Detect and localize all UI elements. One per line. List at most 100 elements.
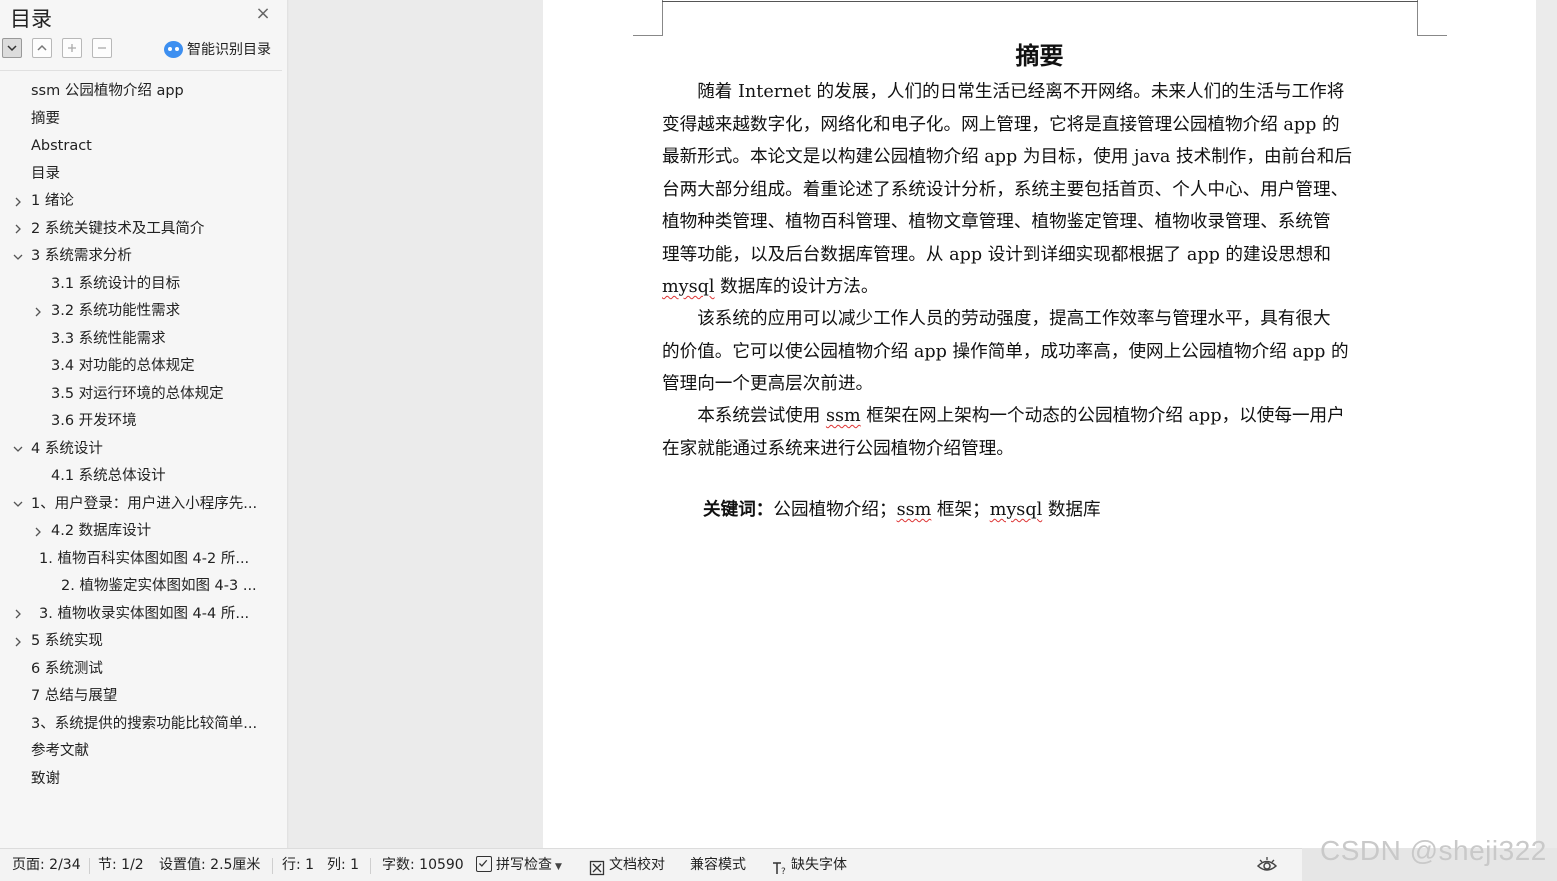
- missing-font-button[interactable]: ? 缺失字体: [771, 849, 847, 881]
- chevron-down-icon[interactable]: [12, 436, 24, 464]
- toc-item[interactable]: 1、用户登录：用户进入小程序先...: [0, 491, 282, 519]
- dropdown-caret-icon[interactable]: ▼: [555, 862, 562, 872]
- text-run: 本系统尝试使用: [697, 406, 826, 426]
- toc-item[interactable]: 4.1 系统总体设计: [0, 463, 282, 491]
- toc-item-label: 3.3 系统性能需求: [51, 330, 166, 347]
- divider: [272, 858, 273, 874]
- toc-item[interactable]: 5 系统实现: [0, 628, 282, 656]
- remove-heading-button[interactable]: [92, 38, 112, 58]
- toc-item[interactable]: 4.2 数据库设计: [0, 518, 282, 546]
- row-indicator: 行: 1: [282, 857, 315, 873]
- chevron-right-icon[interactable]: [12, 601, 24, 629]
- eye-protection-icon[interactable]: [1256, 856, 1278, 874]
- toc-item-label: 1 绪论: [31, 193, 74, 209]
- keywords-line: 关键词：公园植物介绍；ssm 框架；mysql 数据库: [703, 494, 1101, 526]
- chevron-right-icon[interactable]: [32, 298, 44, 326]
- text-line: 管理向一个更高层次前进。: [662, 374, 874, 394]
- chevron-right-icon[interactable]: [12, 628, 24, 656]
- toc-item[interactable]: 3 系统需求分析: [0, 243, 282, 271]
- toc-item[interactable]: 3.2 系统功能性需求: [0, 298, 282, 326]
- toc-item-label: 3 系统需求分析: [31, 248, 132, 264]
- text-line: mysql 数据库的设计方法。: [662, 271, 1418, 304]
- setting-value[interactable]: 设置值: 2.5厘米: [159, 849, 260, 881]
- chevron-right-icon[interactable]: [12, 188, 24, 216]
- spellcheck-word[interactable]: mysql: [990, 500, 1043, 520]
- spellcheck-word[interactable]: ssm: [826, 406, 861, 426]
- toc-item-label: 摘要: [31, 110, 60, 127]
- text-line: 该系统的应用可以减少工作人员的劳动强度，提高工作效率与管理水平，具有很大: [697, 309, 1331, 329]
- toc-item-label: 2 系统关键技术及工具简介: [31, 220, 205, 237]
- minus-icon: [98, 47, 106, 49]
- toc-panel-title: 目录: [10, 7, 52, 31]
- spell-check-label: 拼写检查: [496, 857, 552, 873]
- toc-item[interactable]: 3.5 对运行环境的总体规定: [0, 381, 282, 409]
- toc-toolbar: 智能识别目录: [2, 38, 282, 60]
- divider: [89, 858, 90, 874]
- toc-item[interactable]: 1. 植物百科实体图如图 4-2 所...: [0, 546, 282, 574]
- watermark: CSDN @sheji322: [1320, 835, 1547, 866]
- toc-item[interactable]: 摘要: [0, 106, 282, 134]
- toc-list: ssm 公园植物介绍 app 摘要 Abstract 目录 1 绪论 2 系统关键技术及工…: [0, 78, 282, 793]
- spellcheck-word[interactable]: ssm: [897, 500, 932, 520]
- toc-panel: 目录 × 智能识别目录 ssm 公园植物介绍 app 摘要 Abstract 目录 1 …: [0, 0, 288, 848]
- text-run: 框架在网上架构一个动态的公园植物介绍 app，以使每一用户: [860, 406, 1345, 426]
- toc-item[interactable]: Abstract: [0, 133, 282, 161]
- toc-item-label: 3.1 系统设计的目标: [51, 275, 181, 292]
- toc-item-label: 7 总结与展望: [31, 688, 118, 704]
- toc-item[interactable]: 1 绪论: [0, 188, 282, 216]
- missing-font-label: 缺失字体: [791, 857, 847, 873]
- toc-item-label: 5 系统实现: [31, 633, 103, 649]
- spell-check-button[interactable]: 拼写检查 ▼: [476, 849, 562, 881]
- toc-item[interactable]: 3. 植物收录实体图如图 4-4 所...: [0, 601, 282, 629]
- font-question-icon: ?: [771, 856, 787, 877]
- proofread-label: 文档校对: [609, 857, 665, 873]
- expand-all-button[interactable]: [2, 38, 22, 58]
- chevron-down-icon[interactable]: [12, 243, 24, 271]
- spellcheck-word[interactable]: mysql: [662, 277, 715, 297]
- chevron-down-icon[interactable]: [12, 491, 24, 519]
- text-run: 数据库的设计方法。: [714, 277, 879, 297]
- chevron-down-icon: [7, 45, 17, 52]
- toc-item[interactable]: 3.6 开发环境: [0, 408, 282, 436]
- toc-item[interactable]: 3.4 对功能的总体规定: [0, 353, 282, 381]
- word-count[interactable]: 字数: 10590: [382, 849, 464, 881]
- compat-mode-label[interactable]: 兼容模式: [690, 849, 746, 881]
- doc-proofread-button[interactable]: 文档校对: [589, 849, 665, 881]
- smart-toc-button[interactable]: 智能识别目录: [164, 38, 271, 60]
- toc-item[interactable]: 2. 植物鉴定实体图如图 4-3 ...: [0, 573, 282, 601]
- keywords-label: 关键词：: [703, 499, 774, 520]
- toc-item-label: Abstract: [31, 138, 92, 154]
- text-line: 最新形式。本论文是以构建公园植物介绍 app 为目标，使用 java 技术制作，…: [662, 147, 1352, 167]
- chevron-right-icon[interactable]: [32, 518, 44, 546]
- toc-item-label: 3. 植物收录实体图如图 4-4 所...: [39, 605, 250, 622]
- toc-item[interactable]: 目录: [0, 161, 282, 189]
- abstract-paragraph-3: 本系统尝试使用 ssm 框架在网上架构一个动态的公园植物介绍 app，以使每一用…: [662, 400, 1418, 465]
- collapse-all-button[interactable]: [32, 38, 52, 58]
- toc-item[interactable]: 7 总结与展望: [0, 683, 282, 711]
- toc-item-label: 4.2 数据库设计: [51, 523, 152, 539]
- workspace-left-margin: [289, 0, 543, 848]
- close-icon[interactable]: ×: [255, 4, 271, 24]
- toc-item[interactable]: 致谢: [0, 766, 282, 794]
- toc-item[interactable]: 参考文献: [0, 738, 282, 766]
- toc-item-label: 3.4 对功能的总体规定: [51, 358, 195, 374]
- text-line: 理等功能，以及后台数据库管理。从 app 设计到详细实现都根据了 app 的建设…: [662, 244, 1331, 265]
- chevron-right-icon[interactable]: [12, 216, 24, 244]
- toc-item-label: 目录: [31, 165, 60, 182]
- text-line: 台两大部分组成。着重论述了系统设计分析，系统主要包括首页、个人中心、用户管理、: [662, 179, 1349, 200]
- toc-item[interactable]: 3.1 系统设计的目标: [0, 271, 282, 299]
- toc-item-label: 4 系统设计: [31, 440, 103, 457]
- toc-item[interactable]: ssm 公园植物介绍 app: [0, 78, 282, 106]
- page-indicator[interactable]: 页面: 2/34: [12, 849, 81, 881]
- toc-item[interactable]: 4 系统设计: [0, 436, 282, 464]
- toc-item-label: 4.1 系统总体设计: [51, 468, 166, 484]
- toc-item[interactable]: 6 系统测试: [0, 656, 282, 684]
- toc-item-label: 3.2 系统功能性需求: [51, 303, 181, 319]
- abstract-paragraph-2: 该系统的应用可以减少工作人员的劳动强度，提高工作效率与管理水平，具有很大 的价值…: [662, 303, 1418, 401]
- toc-item[interactable]: 3、系统提供的搜索功能比较简单...: [0, 711, 282, 739]
- toc-item[interactable]: 2 系统关键技术及工具简介: [0, 216, 282, 244]
- text-line: 的价值。它可以使公园植物介绍 app 操作简单，成功率高，使网上公园植物介绍 a…: [662, 341, 1349, 362]
- add-heading-button[interactable]: [62, 38, 82, 58]
- section-indicator[interactable]: 节: 1/2: [98, 849, 144, 881]
- toc-item[interactable]: 3.3 系统性能需求: [0, 326, 282, 354]
